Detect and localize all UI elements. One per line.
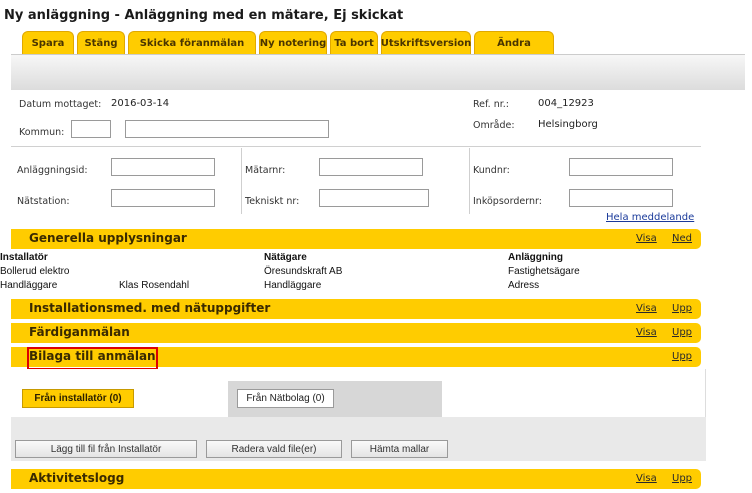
natagare-value: Öresundskraft AB [264, 266, 343, 277]
column-divider-1 [241, 148, 242, 214]
section-fardiganmalan: Färdiganmälan Visa Upp [11, 323, 701, 343]
datum-label: Datum mottaget: [19, 99, 102, 110]
installator-handlaggare-value: Klas Rosendahl [119, 280, 190, 291]
installationsmed-toggle-link[interactable]: Upp [672, 303, 692, 314]
matarnr-input[interactable] [319, 158, 423, 176]
section-installationsmed: Installationsmed. med nätuppgifter Visa … [11, 299, 701, 319]
inkopsordernr-label: Inköpsordernr: [473, 196, 542, 207]
delete-files-button[interactable]: Radera vald file(er) [206, 440, 342, 458]
tab-from-installator[interactable]: Från installatör (0) [22, 389, 134, 408]
natagare-heading: Nätägare [264, 252, 307, 263]
generella-visa-link[interactable]: Visa [636, 233, 657, 244]
installator-handlaggare-label: Handläggare [0, 280, 58, 291]
kundnr-label: Kundnr: [473, 165, 510, 176]
installator-heading: Installatör [0, 252, 48, 263]
installationsmed-visa-link[interactable]: Visa [636, 303, 657, 314]
matarnr-label: Mätarnr: [245, 165, 286, 176]
kommun-label: Kommun: [19, 127, 65, 138]
installator-value: Bollerud elektro [0, 266, 70, 277]
section-fardiganmalan-title: Färdiganmälan [29, 325, 130, 339]
section-generella-title: Generella upplysningar [29, 231, 187, 245]
section-aktivitetslogg: Aktivitetslogg Visa Upp [11, 469, 701, 489]
fardiganmalan-toggle-link[interactable]: Upp [672, 327, 692, 338]
omrade-value: Helsingborg [538, 119, 598, 130]
anlaggningsid-input[interactable] [111, 158, 215, 176]
edit-tab[interactable]: Ändra [474, 31, 554, 54]
delete-tab[interactable]: Ta bort [330, 31, 378, 54]
aktivitetslogg-visa-link[interactable]: Visa [636, 473, 657, 484]
get-templates-button[interactable]: Hämta mallar [351, 440, 448, 458]
fardiganmalan-visa-link[interactable]: Visa [636, 327, 657, 338]
form-divider [11, 146, 701, 147]
toolbar-band [11, 54, 745, 90]
highlight-box [27, 347, 158, 370]
natagare-handlaggare-label: Handläggare [264, 280, 322, 291]
aktivitetslogg-toggle-link[interactable]: Upp [672, 473, 692, 484]
fastighetsagare-label: Fastighetsägare [508, 266, 580, 277]
kommun-name-input[interactable] [125, 120, 329, 138]
ref-label: Ref. nr.: [473, 99, 509, 110]
section-generella: Generella upplysningar Visa Ned [11, 229, 701, 249]
inkopsordernr-input[interactable] [569, 189, 673, 207]
natstation-label: Nätstation: [17, 196, 70, 207]
datum-value: 2016-03-14 [111, 98, 170, 109]
page-title: Ny anläggning - Anläggning med en mätare… [4, 8, 404, 23]
print-version-tab[interactable]: Utskriftsversion [381, 31, 471, 54]
new-note-tab[interactable]: Ny notering [259, 31, 327, 54]
column-divider-2 [469, 148, 470, 214]
send-preannouncement-tab[interactable]: Skicka föranmälan [128, 31, 256, 54]
omrade-label: Område: [473, 120, 515, 131]
full-message-link[interactable]: Hela meddelande [606, 212, 694, 223]
add-file-button[interactable]: Lägg till fil från Installatör [15, 440, 197, 458]
adress-label: Adress [508, 280, 540, 291]
tekniskt-label: Tekniskt nr: [245, 196, 300, 207]
section-installationsmed-title: Installationsmed. med nätuppgifter [29, 301, 271, 315]
section-aktivitetslogg-title: Aktivitetslogg [29, 471, 125, 485]
ref-value: 004_12923 [538, 98, 594, 109]
anlaggning-heading: Anläggning [508, 252, 563, 263]
kommun-code-input[interactable] [71, 120, 111, 138]
tab-from-natbolag[interactable]: Från Nätbolag (0) [237, 389, 334, 408]
bilaga-toggle-link[interactable]: Upp [672, 351, 692, 362]
natstation-input[interactable] [111, 189, 215, 207]
save-tab[interactable]: Spara [22, 31, 74, 54]
close-tab[interactable]: Stäng [77, 31, 125, 54]
anlaggningsid-label: Anläggningsid: [17, 165, 88, 176]
kundnr-input[interactable] [569, 158, 673, 176]
generella-toggle-link[interactable]: Ned [672, 233, 692, 244]
tekniskt-input[interactable] [319, 189, 429, 207]
